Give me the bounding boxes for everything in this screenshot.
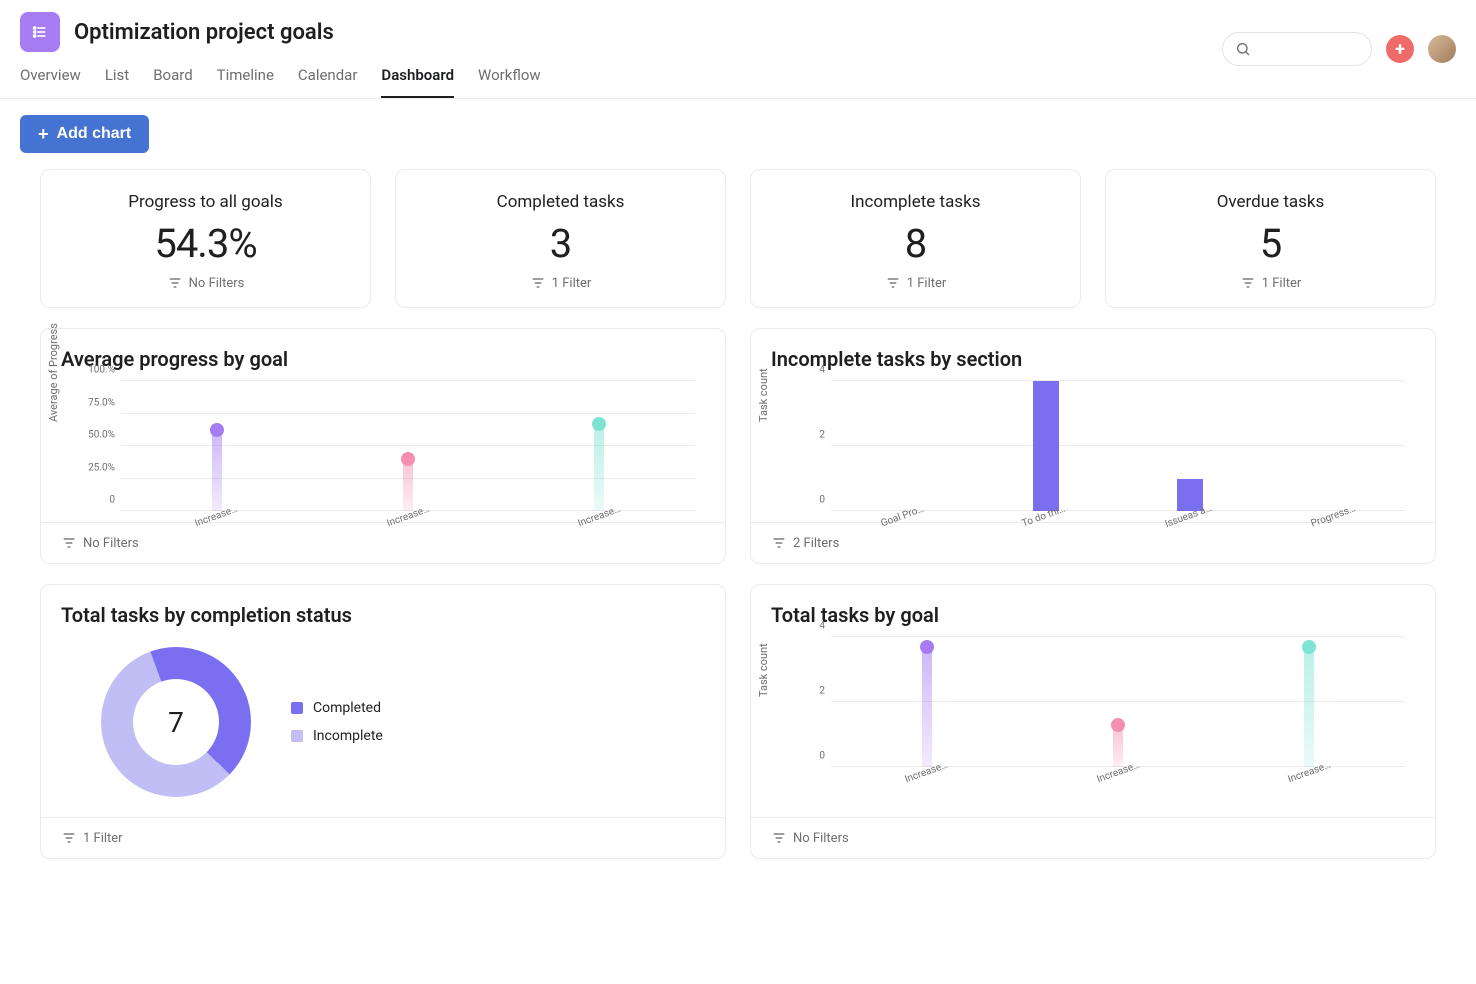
- chart-title: Average progress by goal: [61, 347, 705, 371]
- y-tick: 2: [785, 686, 825, 697]
- stat-filter: 1 Filter: [1122, 275, 1419, 291]
- search-input[interactable]: [1222, 32, 1372, 66]
- y-tick: 0: [75, 495, 115, 506]
- filter-icon: [1240, 275, 1256, 291]
- y-tick: 2: [785, 430, 825, 441]
- y-axis-label: Task count: [757, 643, 770, 697]
- stat-card-progress[interactable]: Progress to all goals 54.3% No Filters: [40, 169, 371, 308]
- chart-filter: 1 Filter: [83, 831, 123, 846]
- page-title: Optimization project goals: [74, 20, 334, 45]
- donut-center-value: 7: [168, 706, 184, 739]
- filter-icon: [771, 830, 787, 846]
- legend-label: Incomplete: [313, 728, 383, 744]
- y-axis-label: Task count: [757, 368, 770, 422]
- chart-title: Total tasks by goal: [771, 603, 1415, 627]
- chart-total-by-status[interactable]: Total tasks by completion status 7 Compl…: [40, 584, 726, 859]
- y-tick: 0: [785, 751, 825, 762]
- stat-filter: 1 Filter: [412, 275, 709, 291]
- filter-icon: [771, 535, 787, 551]
- stat-filter: 1 Filter: [767, 275, 1064, 291]
- y-tick: 25.0%: [75, 462, 115, 473]
- add-chart-button[interactable]: + Add chart: [20, 115, 149, 153]
- tab-dashboard[interactable]: Dashboard: [381, 66, 454, 98]
- stat-card-incomplete[interactable]: Incomplete tasks 8 1 Filter: [750, 169, 1081, 308]
- legend: Completed Incomplete: [291, 700, 383, 744]
- filter-icon: [885, 275, 901, 291]
- filter-icon: [61, 535, 77, 551]
- chart-title: Total tasks by completion status: [61, 603, 705, 627]
- chart-total-by-goal[interactable]: Total tasks by goal Task count 024 Incre…: [750, 584, 1436, 859]
- stat-value: 54.3%: [57, 220, 354, 267]
- tab-overview[interactable]: Overview: [20, 66, 81, 98]
- stat-card-completed[interactable]: Completed tasks 3 1 Filter: [395, 169, 726, 308]
- add-chart-label: Add chart: [57, 125, 132, 143]
- search-icon: [1235, 41, 1251, 57]
- stat-filter: No Filters: [57, 275, 354, 291]
- legend-label: Completed: [313, 700, 381, 716]
- project-icon: [20, 12, 60, 52]
- filter-icon: [61, 830, 77, 846]
- chart-filter: No Filters: [83, 536, 139, 551]
- legend-swatch: [291, 730, 303, 742]
- y-tick: 75.0%: [75, 397, 115, 408]
- chart-incomplete-by-section[interactable]: Incomplete tasks by section Task count 0…: [750, 328, 1436, 564]
- stat-card-overdue[interactable]: Overdue tasks 5 1 Filter: [1105, 169, 1436, 308]
- tab-list[interactable]: List: [105, 66, 129, 98]
- chart-filter: 2 Filters: [793, 536, 839, 551]
- donut-chart: 7: [101, 647, 251, 797]
- legend-item: Incomplete: [291, 728, 383, 744]
- chart-title: Incomplete tasks by section: [771, 347, 1415, 371]
- global-add-button[interactable]: +: [1386, 35, 1414, 63]
- stat-title: Completed tasks: [412, 192, 709, 212]
- chart-avg-progress[interactable]: Average progress by goal Average of Prog…: [40, 328, 726, 564]
- y-axis-label: Average of Progress: [47, 323, 60, 422]
- legend-item: Completed: [291, 700, 383, 716]
- avatar[interactable]: [1428, 35, 1456, 63]
- stat-value: 3: [412, 220, 709, 267]
- legend-swatch: [291, 702, 303, 714]
- tab-workflow[interactable]: Workflow: [478, 66, 541, 98]
- y-tick: 4: [785, 365, 825, 376]
- stat-title: Overdue tasks: [1122, 192, 1419, 212]
- plus-icon: +: [38, 125, 49, 143]
- stat-value: 5: [1122, 220, 1419, 267]
- y-tick: 100.%: [75, 365, 115, 376]
- stat-title: Progress to all goals: [57, 192, 354, 212]
- tab-calendar[interactable]: Calendar: [298, 66, 358, 98]
- tab-timeline[interactable]: Timeline: [217, 66, 274, 98]
- y-tick: 4: [785, 621, 825, 632]
- chart-filter: No Filters: [793, 831, 849, 846]
- y-tick: 50.0%: [75, 430, 115, 441]
- filter-icon: [167, 275, 183, 291]
- stat-title: Incomplete tasks: [767, 192, 1064, 212]
- filter-icon: [530, 275, 546, 291]
- tab-board[interactable]: Board: [153, 66, 192, 98]
- y-tick: 0: [785, 495, 825, 506]
- stat-value: 8: [767, 220, 1064, 267]
